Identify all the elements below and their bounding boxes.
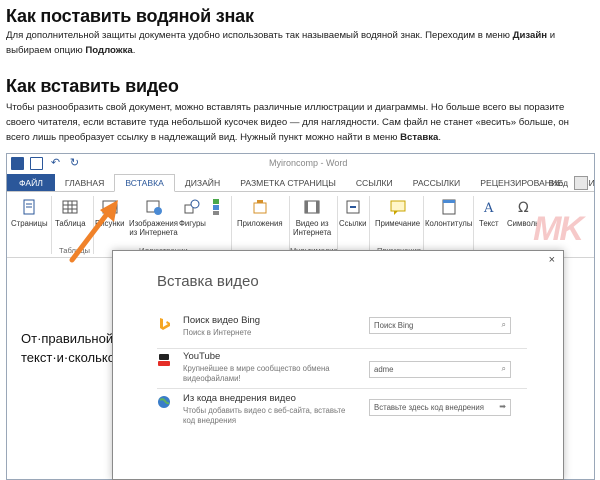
title-bar: ↶ ↻ Myironcomp - Word [7,154,594,174]
ribbon-tabs: ФАЙЛ ГЛАВНАЯ ВСТАВКА ДИЗАЙН РАЗМЕТКА СТР… [7,174,594,192]
dialog-title: Вставка видео [157,273,259,290]
embed-subtitle: Чтобы добавить видео с веб-сайта, вставь… [183,406,346,425]
text-button[interactable]: A Текст [479,198,499,228]
globe-icon [158,396,170,408]
online-pictures-button[interactable]: Изображения из Интернета [129,198,178,237]
doc-line-1: От·правильной [21,331,114,346]
bing-subtitle: Поиск в Интернете [183,328,252,337]
youtube-search-input[interactable]: adme ⌕ [369,361,511,378]
apps-icon [253,200,267,214]
links-button[interactable]: Ссылки [339,198,366,228]
online-video-label: Видео из Интернета [293,219,332,237]
shapes-button[interactable]: Фигуры [179,198,206,228]
bing-video-row: Поиск видео Bing Поиск в Интернете Поиск… [157,315,527,349]
smartart-icon [213,199,219,215]
online-pictures-label: Изображения из Интернета [129,219,179,237]
youtube-title: YouTube [183,351,221,362]
heading-video: Как вставить видео [6,76,179,96]
youtube-search-value: adme [374,365,394,374]
omega-icon: Ω [518,200,529,216]
text-box-icon: A [483,201,494,216]
watermark-logo: MK [533,210,584,248]
tab-mailings[interactable]: РАССЫЛКИ [403,174,471,191]
heading-watermark: Как поставить водяной знак [6,6,254,26]
undo-icon[interactable]: ↶ [49,157,62,170]
apps-button[interactable]: Приложения [237,198,283,228]
shapes-label: Фигуры [179,219,206,228]
header-footer-button[interactable]: Колонтитулы [425,198,472,228]
tab-home[interactable]: ГЛАВНАЯ [55,174,114,191]
tab-references[interactable]: ССЫЛКИ [346,174,403,191]
youtube-row: YouTube Крупнейшее в мире сообщество обм… [157,351,527,389]
youtube-icon [158,354,170,366]
youtube-subtitle: Крупнейшее в мире сообщество обмена виде… [183,364,330,383]
p1-text-3: . [132,45,136,56]
pages-label: Страницы [11,219,48,228]
close-icon[interactable]: × [549,254,555,266]
pages-icon [23,199,35,215]
insert-video-dialog: × Вставка видео Поиск видео Bing Поиск в… [112,250,564,480]
online-video-icon [304,200,320,214]
header-footer-label: Колонтитулы [425,219,473,228]
search-icon[interactable]: ⌕ [502,364,506,374]
embed-code-input[interactable]: Вставьте здесь код внедрения ➡ [369,399,511,416]
online-video-button[interactable]: Видео из Интернета [293,198,331,237]
links-label: Ссылки [339,219,367,228]
p1-bold-background: Подложка [85,45,133,56]
shapes-icon [184,199,200,214]
tab-insert[interactable]: ВСТАВКА [114,174,175,192]
avatar[interactable] [574,176,588,190]
smartart-button[interactable] [209,198,227,219]
word-logo-icon [11,157,24,170]
paragraph-watermark: Для дополнительной защиты документа удоб… [6,28,566,58]
document-text: От·правильной текст·и·сколько [21,329,115,367]
bing-icon [160,318,170,330]
save-icon[interactable] [30,157,43,170]
p2-bold-insert: Вставка [400,132,439,143]
embed-title: Из кода внедрения видео [183,393,296,404]
bing-search-placeholder: Поиск Bing [374,321,414,330]
paragraph-video: Чтобы разнообразить свой документ, можно… [6,100,591,145]
search-icon[interactable]: ⌕ [502,320,506,330]
bing-title: Поиск видео Bing [183,315,261,326]
doc-line-2: текст·и·сколько [21,350,115,365]
account-area: Вход [549,174,588,192]
embed-code-row: Из кода внедрения видео Чтобы добавить в… [157,393,527,429]
online-pictures-icon [146,200,162,215]
redo-icon[interactable]: ↻ [68,157,81,170]
text-label: Текст [479,219,499,228]
comment-icon [390,200,406,215]
svg-text:Ω: Ω [518,200,529,216]
comment-label: Примечание [375,219,421,228]
tab-file[interactable]: ФАЙЛ [7,174,55,191]
header-footer-icon [442,199,456,215]
apps-label: Приложения [237,219,283,228]
window-title: Myironcomp - Word [269,158,348,168]
pages-button[interactable]: Страницы [11,198,48,228]
quick-access-toolbar: ↶ ↻ [11,157,81,170]
signin-link[interactable]: Вход [549,178,568,188]
p1-text: Для дополнительной защиты документа удоб… [6,30,513,41]
p2-text: Чтобы разнообразить свой документ, можно… [6,102,569,143]
p2-text-2: . [438,132,442,143]
link-icon [346,200,360,214]
tab-design[interactable]: ДИЗАЙН [175,174,230,191]
embed-code-placeholder: Вставьте здесь код внедрения [374,403,485,412]
svg-text:A: A [483,201,494,216]
comment-button[interactable]: Примечание [375,198,420,228]
bing-search-input[interactable]: Поиск Bing ⌕ [369,317,511,334]
p1-bold-design: Дизайн [512,30,548,41]
insert-arrow-icon[interactable]: ➡ [499,402,506,411]
tab-page-layout[interactable]: РАЗМЕТКА СТРАНИЦЫ [230,174,346,191]
